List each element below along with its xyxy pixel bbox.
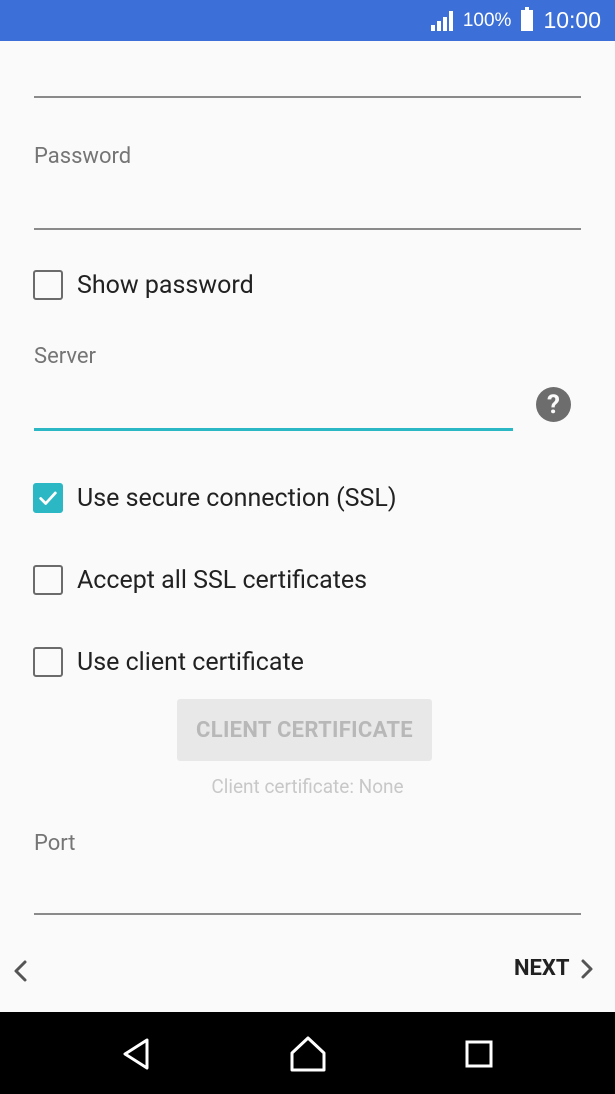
- show-password-label: Show password: [77, 270, 254, 300]
- port-field[interactable]: [34, 913, 581, 915]
- username-field[interactable]: [34, 96, 581, 98]
- client-certificate-button[interactable]: CLIENT CERTIFICATE: [177, 699, 432, 761]
- next-button[interactable]: NEXT: [514, 956, 596, 981]
- battery-icon: [521, 7, 534, 31]
- back-icon[interactable]: [117, 1034, 157, 1074]
- password-label: Password: [34, 144, 132, 169]
- signal-icon: [430, 10, 453, 31]
- battery-percent: 100%: [462, 9, 512, 31]
- clock: 10:00: [543, 7, 601, 33]
- chevron-right-icon: [581, 959, 592, 978]
- show-password-checkbox-row[interactable]: Show password: [33, 270, 254, 300]
- next-label: NEXT: [514, 956, 570, 981]
- status-bar: 100% 10:00: [0, 0, 615, 41]
- chevron-left-icon[interactable]: [10, 958, 32, 984]
- ssl-checkbox-row[interactable]: Use secure connection (SSL): [33, 483, 397, 513]
- ssl-checkbox[interactable]: [33, 483, 63, 513]
- recents-icon[interactable]: [459, 1034, 499, 1074]
- client-cert-checkbox[interactable]: [33, 647, 63, 677]
- server-field[interactable]: [34, 428, 513, 431]
- accept-all-ssl-label: Accept all SSL certificates: [77, 565, 368, 595]
- home-icon[interactable]: [288, 1034, 328, 1074]
- password-field[interactable]: [34, 228, 581, 230]
- port-label: Port: [34, 831, 76, 856]
- show-password-checkbox[interactable]: [33, 270, 63, 300]
- accept-all-ssl-row[interactable]: Accept all SSL certificates: [33, 565, 367, 595]
- server-label: Server: [34, 344, 97, 369]
- accept-all-ssl-checkbox[interactable]: [33, 565, 63, 595]
- system-nav-bar: [0, 1012, 615, 1094]
- client-certificate-status: Client certificate: None: [211, 775, 404, 798]
- client-cert-row[interactable]: Use client certificate: [33, 647, 304, 677]
- check-icon: [39, 491, 57, 505]
- ssl-label: Use secure connection (SSL): [77, 483, 397, 513]
- client-cert-label: Use client certificate: [77, 647, 304, 677]
- help-icon[interactable]: ?: [536, 387, 571, 422]
